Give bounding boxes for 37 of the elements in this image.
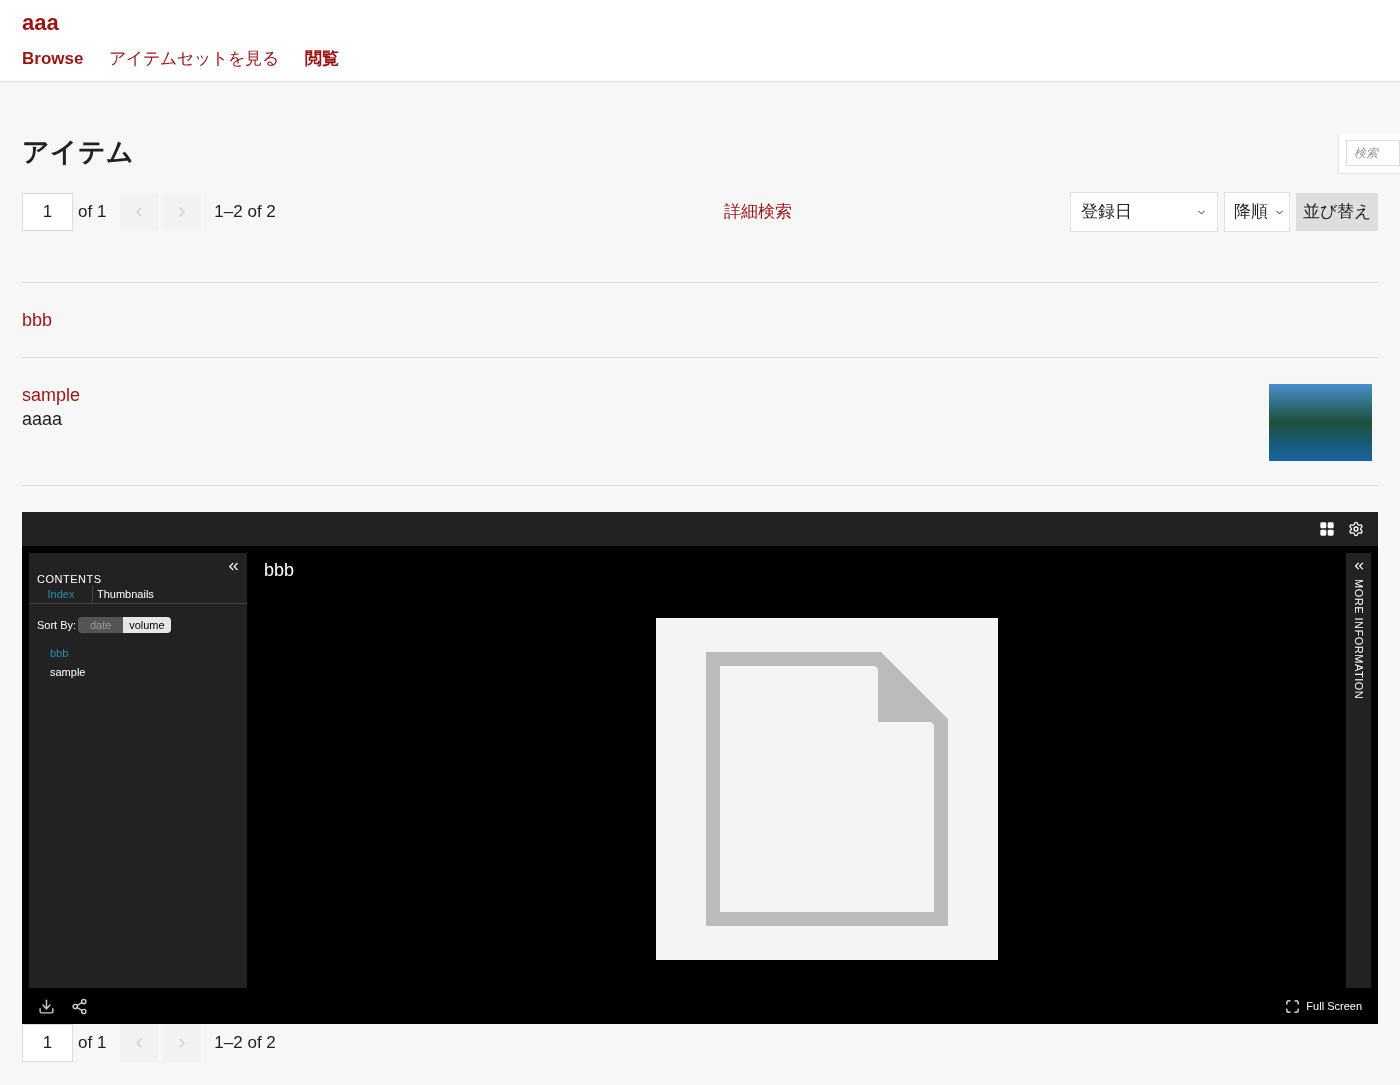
sort-option[interactable]: volume: [123, 617, 171, 634]
index-item[interactable]: bbb: [50, 645, 247, 661]
document-icon: [706, 652, 948, 926]
nav-link[interactable]: アイテムセットを見る: [109, 48, 280, 70]
sort-order-select[interactable]: 降順: [1224, 192, 1290, 232]
nav-link[interactable]: 閲覧: [305, 48, 340, 70]
page-heading: アイテム: [22, 136, 134, 169]
item-title-link[interactable]: bbb: [22, 309, 53, 331]
sort-button[interactable]: 並び替え: [1296, 193, 1378, 231]
share-icon[interactable]: [71, 997, 88, 1015]
more-info-sidebar[interactable]: MORE INFORMATION: [1346, 553, 1371, 988]
contents-tab[interactable]: Thumbnails: [92, 586, 158, 603]
sort-by-label: Sort By:: [37, 618, 77, 633]
more-info-label: MORE INFORMATION: [1351, 579, 1366, 700]
result-range: 1–2 of 2: [214, 1032, 276, 1055]
contents-heading: CONTENTS: [36, 572, 103, 586]
viewer-title: bbb: [264, 559, 296, 581]
download-icon[interactable]: [38, 997, 55, 1015]
result-range: 1–2 of 2: [214, 201, 276, 224]
item-title-link[interactable]: sample: [22, 384, 81, 406]
search-field[interactable]: 検索: [1346, 140, 1400, 166]
site-title[interactable]: aaa: [22, 9, 1378, 37]
page-count: of 1: [78, 201, 107, 224]
page-number-field[interactable]: 1: [22, 193, 73, 231]
advanced-search-link[interactable]: 詳細検索: [723, 199, 792, 225]
full-screen-icon: [1285, 998, 1301, 1014]
full-screen-button[interactable]: Full Screen: [1285, 997, 1362, 1015]
settings-icon[interactable]: [1348, 521, 1364, 537]
page-number-field[interactable]: 1: [22, 1024, 73, 1062]
sort-field-select[interactable]: 登録日: [1070, 192, 1218, 232]
page-count: of 1: [78, 1032, 107, 1055]
contents-tab[interactable]: Index: [30, 586, 92, 603]
nav-link[interactable]: Browse: [22, 48, 84, 70]
lake-photo-placeholder[interactable]: [1269, 384, 1372, 461]
item-description: aaaa: [22, 408, 64, 431]
index-item[interactable]: sample: [50, 664, 247, 680]
grid-icon[interactable]: [1319, 521, 1335, 537]
